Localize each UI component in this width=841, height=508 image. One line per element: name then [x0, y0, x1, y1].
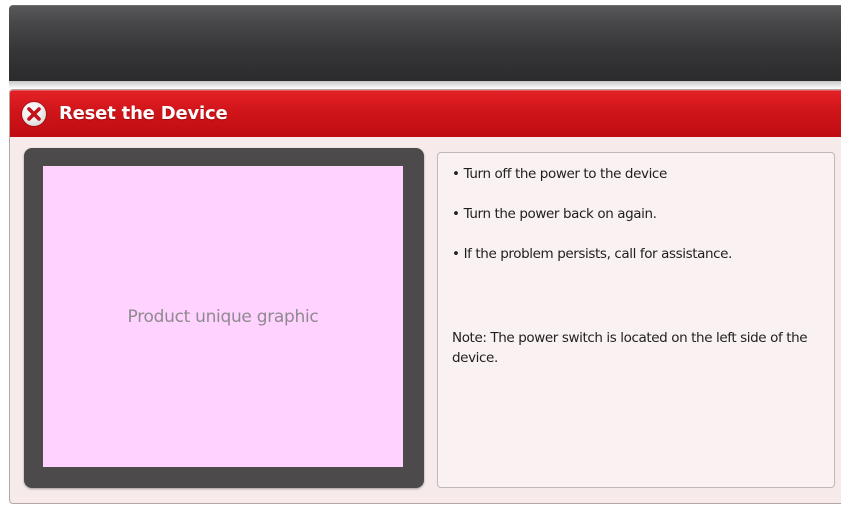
- instruction-list: • Turn off the power to the device • Turn …: [452, 165, 824, 285]
- instruction-item: • Turn off the power to the device: [452, 165, 824, 183]
- screen: Reset the Device Product unique graphic …: [0, 0, 841, 508]
- reset-dialog: Reset the Device Product unique graphic …: [9, 89, 841, 504]
- instruction-text: Turn the power back on again.: [463, 206, 657, 222]
- power-switch-note: Note: The power switch is located on the…: [452, 330, 808, 366]
- instruction-text: Turn off the power to the device: [463, 166, 668, 182]
- product-graphic-frame: Product unique graphic: [24, 148, 424, 488]
- dialog-header: Reset the Device: [10, 90, 841, 137]
- instruction-item: • If the problem persists, call for assis…: [452, 245, 824, 263]
- product-graphic-label: Product unique graphic: [127, 306, 319, 327]
- dialog-title: Reset the Device: [59, 103, 228, 124]
- top-bar: [9, 5, 841, 81]
- bullet: •: [452, 166, 460, 182]
- instruction-text: If the problem persists, call for assist…: [463, 246, 733, 262]
- bullet: •: [452, 206, 460, 222]
- close-icon[interactable]: [22, 102, 46, 126]
- top-bar-divider: [9, 81, 841, 89]
- instruction-item: • Turn the power back on again.: [452, 205, 824, 223]
- product-graphic: Product unique graphic: [43, 166, 403, 467]
- bullet: •: [452, 246, 460, 262]
- instructions-panel: • Turn off the power to the device • Turn …: [437, 152, 835, 488]
